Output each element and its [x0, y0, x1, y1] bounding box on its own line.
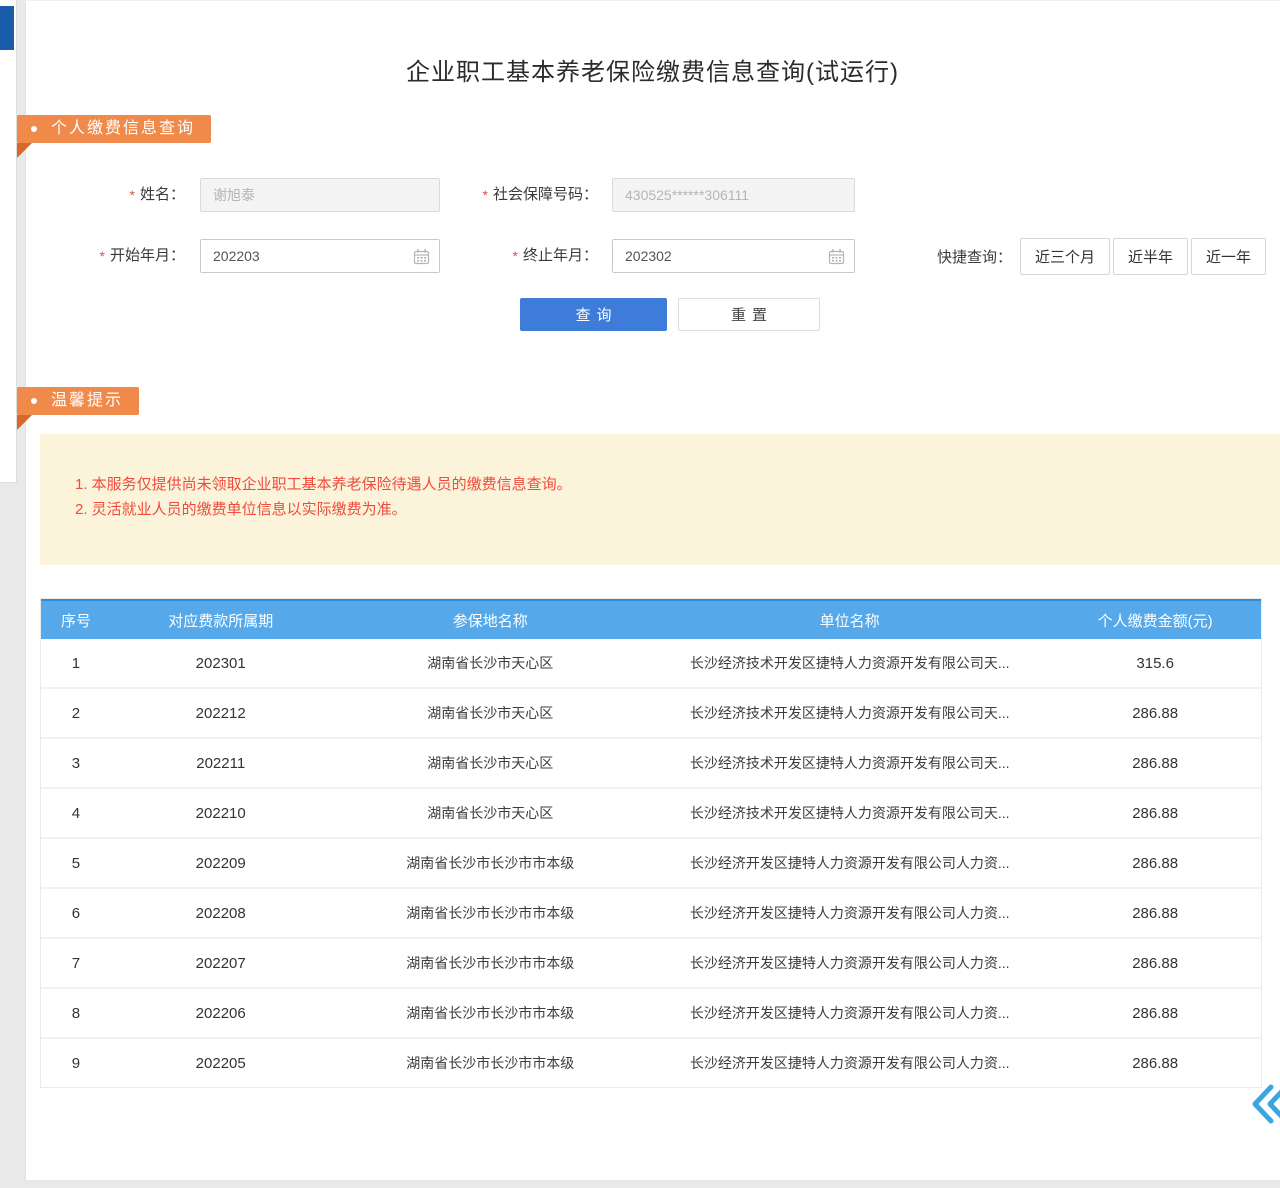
start-month-input[interactable] [200, 239, 440, 273]
end-month-label: * 终止年月： [445, 239, 598, 273]
cell-company: 长沙经济技术开发区捷特人力资源开发有限公司天... [650, 753, 1049, 773]
cell-period: 202210 [111, 805, 331, 822]
cell-index: 4 [41, 805, 111, 822]
cell-area: 湖南省长沙市长沙市市本级 [331, 903, 650, 923]
page-title: 企业职工基本养老保险缴费信息查询(试运行) [25, 52, 1280, 87]
table-row: 2 202212 湖南省长沙市天心区 长沙经济技术开发区捷特人力资源开发有限公司… [41, 689, 1261, 739]
cell-amount: 286.88 [1049, 955, 1261, 972]
name-input[interactable] [200, 178, 440, 212]
section-badge-personal-query: 个人缴费信息查询 [17, 115, 211, 143]
payment-table-body: 1 202301 湖南省长沙市天心区 长沙经济技术开发区捷特人力资源开发有限公司… [41, 639, 1261, 1087]
cell-index: 9 [41, 1055, 111, 1072]
cell-period: 202207 [111, 955, 331, 972]
cell-period: 202206 [111, 1005, 331, 1022]
cell-period: 202212 [111, 705, 331, 722]
cell-company: 长沙经济开发区捷特人力资源开发有限公司人力资... [650, 1003, 1049, 1023]
cell-amount: 286.88 [1049, 1055, 1261, 1072]
cell-index: 6 [41, 905, 111, 922]
sidebar-collapsed-tab[interactable] [0, 6, 14, 50]
cell-area: 湖南省长沙市长沙市市本级 [331, 953, 650, 973]
end-month-input[interactable] [612, 239, 855, 273]
required-asterisk: * [513, 239, 518, 273]
cell-company: 长沙经济开发区捷特人力资源开发有限公司人力资... [650, 853, 1049, 873]
cell-amount: 315.6 [1049, 655, 1261, 672]
table-row: 4 202210 湖南省长沙市天心区 长沙经济技术开发区捷特人力资源开发有限公司… [41, 789, 1261, 839]
cell-area: 湖南省长沙市长沙市市本级 [331, 1003, 650, 1023]
cell-period: 202301 [111, 655, 331, 672]
cell-period: 202211 [111, 755, 331, 772]
payment-table-header: 序号对应费款所属期参保地名称单位名称个人缴费金额(元) [41, 599, 1261, 639]
section-badge-label: 温馨提示 [51, 387, 123, 415]
cell-period: 202208 [111, 905, 331, 922]
cell-area: 湖南省长沙市长沙市市本级 [331, 1053, 650, 1073]
quick-range-button-1[interactable]: 近半年 [1113, 238, 1188, 275]
table-row: 7 202207 湖南省长沙市长沙市市本级 长沙经济开发区捷特人力资源开发有限公… [41, 939, 1261, 989]
badge-fold-decoration [17, 415, 32, 430]
badge-fold-decoration [17, 143, 32, 158]
bullet-icon [31, 126, 37, 132]
cell-amount: 286.88 [1049, 1005, 1261, 1022]
column-header-2: 参保地名称 [331, 610, 650, 631]
table-row: 1 202301 湖南省长沙市天心区 长沙经济技术开发区捷特人力资源开发有限公司… [41, 639, 1261, 689]
query-button[interactable]: 查询 [520, 298, 667, 331]
reset-button[interactable]: 重置 [678, 298, 820, 331]
required-asterisk: * [130, 178, 135, 212]
cell-index: 3 [41, 755, 111, 772]
cell-area: 湖南省长沙市天心区 [331, 653, 650, 673]
left-sidebar-strip [0, 0, 17, 483]
table-row: 6 202208 湖南省长沙市长沙市市本级 长沙经济开发区捷特人力资源开发有限公… [41, 889, 1261, 939]
cell-company: 长沙经济技术开发区捷特人力资源开发有限公司天... [650, 803, 1049, 823]
notice-line-1: 1. 本服务仅提供尚未领取企业职工基本养老保险待遇人员的缴费信息查询。 [75, 472, 1260, 497]
required-asterisk: * [483, 178, 488, 212]
table-row: 3 202211 湖南省长沙市天心区 长沙经济技术开发区捷特人力资源开发有限公司… [41, 739, 1261, 789]
column-header-1: 对应费款所属期 [111, 610, 331, 631]
cell-period: 202205 [111, 1055, 331, 1072]
notice-line-2: 2. 灵活就业人员的缴费单位信息以实际缴费为准。 [75, 497, 1260, 522]
column-header-0: 序号 [41, 610, 111, 631]
ssn-input[interactable] [612, 178, 855, 212]
quick-range-button-0[interactable]: 近三个月 [1020, 238, 1110, 275]
cell-company: 长沙经济技术开发区捷特人力资源开发有限公司天... [650, 653, 1049, 673]
cell-amount: 286.88 [1049, 905, 1261, 922]
cell-index: 5 [41, 855, 111, 872]
table-row: 9 202205 湖南省长沙市长沙市市本级 长沙经济开发区捷特人力资源开发有限公… [41, 1039, 1261, 1087]
cell-amount: 286.88 [1049, 855, 1261, 872]
cell-area: 湖南省长沙市天心区 [331, 753, 650, 773]
page-root: 企业职工基本养老保险缴费信息查询(试运行) 个人缴费信息查询 * 姓名： * 社… [0, 0, 1280, 1188]
cell-company: 长沙经济开发区捷特人力资源开发有限公司人力资... [650, 903, 1049, 923]
section-badge-label: 个人缴费信息查询 [51, 115, 195, 143]
column-header-4: 个人缴费金额(元) [1049, 610, 1261, 631]
cell-company: 长沙经济技术开发区捷特人力资源开发有限公司天... [650, 703, 1049, 723]
cell-area: 湖南省长沙市天心区 [331, 703, 650, 723]
cell-area: 湖南省长沙市天心区 [331, 803, 650, 823]
cell-amount: 286.88 [1049, 755, 1261, 772]
double-chevron-left-icon[interactable] [1251, 1082, 1280, 1126]
cell-amount: 286.88 [1049, 805, 1261, 822]
payment-table: 序号对应费款所属期参保地名称单位名称个人缴费金额(元) 1 202301 湖南省… [40, 598, 1262, 1088]
cell-index: 8 [41, 1005, 111, 1022]
cell-amount: 286.88 [1049, 705, 1261, 722]
column-header-3: 单位名称 [650, 610, 1049, 631]
table-row: 8 202206 湖南省长沙市长沙市市本级 长沙经济开发区捷特人力资源开发有限公… [41, 989, 1261, 1039]
cell-index: 1 [41, 655, 111, 672]
quick-query-group: 近三个月近半年近一年 [1020, 238, 1266, 275]
name-label: * 姓名： [60, 178, 185, 212]
cell-period: 202209 [111, 855, 331, 872]
cell-index: 2 [41, 705, 111, 722]
required-asterisk: * [100, 239, 105, 273]
table-row: 5 202209 湖南省长沙市长沙市市本级 长沙经济开发区捷特人力资源开发有限公… [41, 839, 1261, 889]
cell-index: 7 [41, 955, 111, 972]
quick-range-button-2[interactable]: 近一年 [1191, 238, 1266, 275]
section-badge-tips: 温馨提示 [17, 387, 139, 415]
quick-query-label: 快捷查询： [928, 239, 1012, 276]
cell-area: 湖南省长沙市长沙市市本级 [331, 853, 650, 873]
notice-box: 1. 本服务仅提供尚未领取企业职工基本养老保险待遇人员的缴费信息查询。2. 灵活… [40, 434, 1280, 565]
ssn-label: * 社会保障号码： [445, 178, 598, 212]
cell-company: 长沙经济开发区捷特人力资源开发有限公司人力资... [650, 953, 1049, 973]
bullet-icon [31, 398, 37, 404]
start-month-label: * 开始年月： [60, 239, 185, 273]
cell-company: 长沙经济开发区捷特人力资源开发有限公司人力资... [650, 1053, 1049, 1073]
